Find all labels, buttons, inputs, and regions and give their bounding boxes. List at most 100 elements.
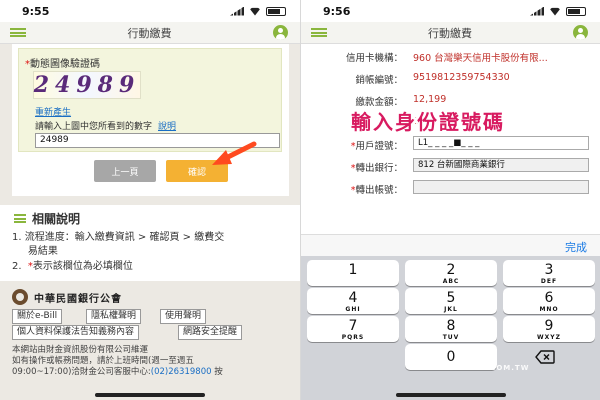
list-icon: [14, 214, 26, 223]
help-title: 相關說明: [14, 210, 80, 227]
status-icons: [230, 6, 286, 16]
page-title: 行動繳費: [428, 26, 472, 40]
status-icons: [530, 6, 586, 16]
key-7-letters: PQRS: [341, 334, 365, 341]
key-3[interactable]: 3 DEF: [503, 260, 595, 286]
card-org-value: 960 台灣樂天信用卡股份有限...: [413, 53, 548, 64]
id-row: *用戶證號： L1_ _ _ _■_ _ _: [301, 134, 600, 154]
captcha-card: *動態圖像驗證碼 24989 重新產生 請輸入上圖中您所看到的數字 說明 2498…: [12, 44, 289, 196]
signal-icon: [230, 6, 244, 16]
key-6[interactable]: 6 MNO: [503, 288, 595, 314]
phone-link[interactable]: (02)26319800: [151, 367, 212, 377]
help-item-2-text: 表示該欄位為必填欄位: [32, 261, 133, 272]
bank-select[interactable]: 812 台新國際商業銀行: [413, 158, 589, 172]
status-time: 9:56: [323, 4, 351, 18]
footer-text-3-suffix: 按: [211, 367, 223, 377]
bank-mark-icon: [12, 289, 28, 305]
backspace-icon: [535, 350, 555, 364]
menu-icon[interactable]: [10, 28, 26, 37]
key-5-digit: 5: [446, 290, 456, 306]
keyboard-accessory-bar: 完成: [301, 234, 600, 256]
left-screen: 9:55 行動繳費 *動態圖像驗證碼 24989 重新產生 請輸入上圖中您所看到…: [0, 0, 300, 400]
key-7[interactable]: 7 PQRS: [307, 316, 399, 342]
user-icon[interactable]: [273, 25, 288, 40]
app-header: 行動繳費: [301, 22, 600, 44]
account-row: 銷帳編號： 9519812359754330: [301, 68, 600, 88]
key-5-letters: JKL: [444, 306, 458, 313]
key-9[interactable]: 9 WXYZ: [503, 316, 595, 342]
key-4[interactable]: 4 GHI: [307, 288, 399, 314]
help-section: 相關說明 1. 流程進度：輸入繳費資訊 > 確認頁 > 繳費交 易結果 2. *…: [0, 205, 300, 281]
key-2-letters: ABC: [442, 278, 460, 285]
key-8[interactable]: 8 TUV: [405, 316, 497, 342]
home-indicator: [396, 393, 506, 397]
battery-icon: [566, 6, 586, 16]
right-screen: 9:56 行動繳費 信用卡機構： 960 台灣樂天信用卡股份有限... 銷帳編號…: [300, 0, 600, 400]
help-item-1: 1. 流程進度：輸入繳費資訊 > 確認頁 > 繳費交: [12, 231, 292, 245]
bank-label-text: 轉出銀行：: [355, 163, 403, 174]
key-5[interactable]: 5 JKL: [405, 288, 497, 314]
footer-text-3-prefix: 09:00~17:00)洽財金公司客服中心:: [12, 367, 151, 377]
watermark: MRMAD.COM.TW: [451, 364, 530, 372]
overlay-caption: 輸入身份證號碼: [351, 110, 505, 134]
captcha-image: 24989: [33, 71, 141, 99]
captcha-box: *動態圖像驗證碼 24989 重新產生 請輸入上圖中您所看到的數字 說明 2498…: [18, 48, 282, 152]
captcha-title-text: 動態圖像驗證碼: [30, 59, 100, 70]
acct-label: *轉出帳號：: [351, 182, 403, 196]
footer-link-about[interactable]: 關於e-Bill: [12, 309, 63, 324]
key-6-digit: 6: [544, 290, 554, 306]
id-label-text: 用戶證號：: [355, 141, 403, 152]
menu-icon[interactable]: [311, 28, 327, 37]
captcha-prompt-text: 請輸入上圖中您所看到的數字: [35, 122, 153, 132]
footer-link-terms[interactable]: 使用聲明: [160, 309, 207, 324]
bank-label: *轉出銀行：: [351, 160, 403, 174]
key-1[interactable]: 1: [307, 260, 399, 286]
card-org-label: 信用卡機構：: [345, 53, 403, 64]
footer-link-personal-data[interactable]: 個人資料保護法告知義務內容: [12, 325, 140, 340]
account-label: 銷帳編號：: [355, 75, 403, 86]
key-4-letters: GHI: [345, 306, 361, 313]
key-0-digit: 0: [446, 349, 456, 365]
key-8-digit: 8: [446, 318, 456, 334]
help-item-1-cont: 易結果: [12, 246, 58, 257]
wifi-icon: [549, 7, 561, 16]
regenerate-link[interactable]: 重新產生: [35, 105, 71, 118]
key-9-letters: WXYZ: [537, 334, 561, 341]
amount-value: 12,199: [413, 94, 447, 105]
app-header: 行動繳費: [0, 22, 300, 44]
card-org-row: 信用卡機構： 960 台灣樂天信用卡股份有限...: [301, 46, 600, 66]
status-time: 9:55: [22, 4, 50, 18]
home-indicator: [95, 393, 205, 397]
key-2[interactable]: 2 ABC: [405, 260, 497, 286]
key-9-digit: 9: [544, 318, 554, 334]
footer-link-privacy[interactable]: 隱私權聲明: [86, 309, 142, 324]
footer-link-security[interactable]: 網路安全提醒: [178, 325, 243, 340]
help-link[interactable]: 說明: [158, 122, 176, 132]
numeric-keypad: 1 2 ABC 3 DEF 4 GHI 5 JKL 6 MNO 7 PQRS 8 TUV 9W…: [301, 256, 600, 400]
battery-icon: [266, 6, 286, 16]
footer-text-3: 09:00~17:00)洽財金公司客服中心:(02)26319800 按: [12, 367, 297, 378]
key-4-digit: 4: [348, 290, 358, 306]
account-value: 9519812359754330: [413, 72, 510, 83]
done-button[interactable]: 完成: [565, 239, 587, 255]
key-7-digit: 7: [348, 318, 358, 334]
key-6-letters: MNO: [539, 306, 559, 313]
bank-logo: 中華民國銀行公會: [12, 289, 122, 305]
wifi-icon: [249, 7, 261, 16]
captcha-prompt: 請輸入上圖中您所看到的數字 說明: [35, 119, 176, 132]
key-3-letters: DEF: [540, 278, 558, 285]
id-label: *用戶證號：: [351, 138, 403, 152]
bank-name: 中華民國銀行公會: [34, 293, 122, 305]
prev-button[interactable]: 上一頁: [94, 160, 156, 182]
user-icon[interactable]: [573, 25, 588, 40]
help-item-2-prefix: 2.: [12, 261, 28, 272]
key-2-digit: 2: [446, 262, 456, 278]
acct-row: *轉出帳號：: [301, 178, 600, 198]
key-3-digit: 3: [544, 262, 554, 278]
captcha-title: *動態圖像驗證碼: [25, 55, 100, 70]
bank-row: *轉出銀行： 812 台新國際商業銀行: [301, 156, 600, 176]
footer-text-2: 如有操作或帳務問題，請於上班時間(週一至週五: [12, 356, 194, 366]
id-input[interactable]: L1_ _ _ _■_ _ _: [413, 136, 589, 150]
acct-input[interactable]: [413, 180, 589, 194]
help-item-1-line1: 1. 流程進度：輸入繳費資訊 > 確認頁 > 繳費交: [12, 232, 225, 243]
